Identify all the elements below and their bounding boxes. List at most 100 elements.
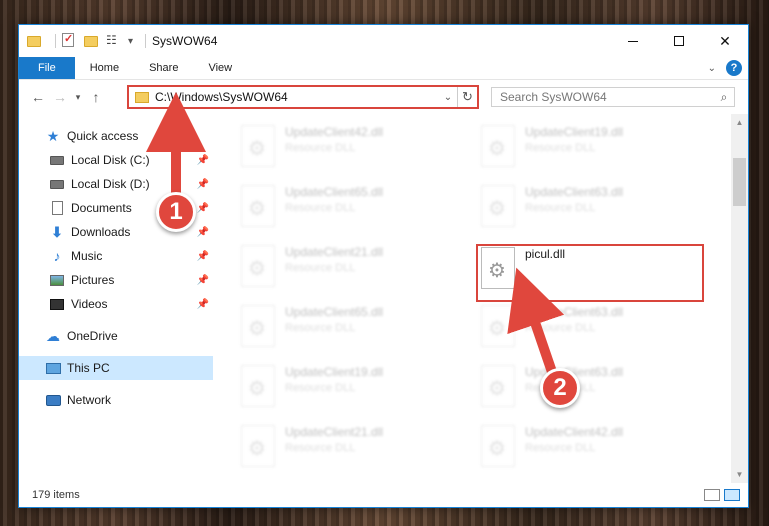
file-item[interactable]: UpdateClient42.dll Resource DLL: [481, 422, 701, 474]
pin-icon: 📌: [196, 250, 209, 262]
details-view-icon[interactable]: [704, 489, 720, 501]
sidebar-item-pictures[interactable]: Pictures 📌: [19, 268, 213, 292]
scroll-down-icon[interactable]: ▼: [731, 466, 748, 483]
sidebar-item-label: This PC: [67, 361, 110, 375]
file-item[interactable]: UpdateClient63.dllResource DLL: [481, 302, 701, 354]
dll-file-icon: [241, 425, 275, 467]
minimize-button[interactable]: [610, 25, 656, 57]
dll-file-icon: [241, 245, 275, 287]
sidebar-item-network[interactable]: Network: [19, 388, 213, 412]
step-2-badge: 2: [540, 368, 580, 408]
dll-file-icon: [481, 365, 515, 407]
item-count: 179 items: [32, 489, 80, 501]
file-item[interactable]: UpdateClient63.dllResource DLL: [481, 182, 701, 234]
back-button[interactable]: ←: [27, 86, 49, 108]
expand-ribbon-icon[interactable]: ⌄: [708, 63, 716, 74]
up-arrow-icon: ↑: [92, 89, 100, 105]
file-type: Resource DLL: [285, 262, 356, 274]
file-type: Resource DLL: [285, 322, 356, 334]
search-input[interactable]: Search SysWOW64: [500, 90, 714, 104]
properties-check-icon[interactable]: [62, 32, 78, 49]
pc-icon: [45, 360, 61, 376]
file-item[interactable]: UpdateClient21.dll Resource DLL: [241, 422, 461, 474]
dll-file-icon: [481, 305, 515, 347]
sidebar-item-label: Local Disk (C:): [71, 153, 150, 167]
status-bar: 179 items: [19, 483, 748, 507]
pin-icon: 📌: [196, 226, 209, 238]
tab-view[interactable]: View: [193, 57, 247, 79]
recent-locations-button[interactable]: ▾: [71, 86, 85, 108]
vertical-scrollbar[interactable]: ▲ ▼: [731, 114, 748, 483]
search-box[interactable]: Search SysWOW64 ⌕: [491, 87, 735, 107]
address-bar[interactable]: C:\Windows\SysWOW64 ⌄ ↻: [127, 85, 479, 109]
file-list: UpdateClient42.dll Resource DLL UpdateCli…: [213, 114, 748, 483]
forward-button[interactable]: →: [49, 86, 71, 108]
navigation-pane: ★ Quick access Local Disk (C:) 📌 Local D…: [19, 114, 213, 483]
sidebar-item-label: Music: [71, 249, 103, 263]
file-explorer-window: ☷ ▾ SysWOW64 ✕ File Home Share View ⌄ ? …: [18, 24, 749, 508]
file-name: UpdateClient63.dll: [525, 305, 624, 319]
videos-icon: [49, 296, 65, 312]
quick-access-dropdown-icon[interactable]: ▾: [128, 36, 133, 47]
pictures-icon: [49, 272, 65, 288]
file-item[interactable]: UpdateClient65.dll Resource DLL: [241, 182, 461, 234]
up-button[interactable]: ↑: [85, 86, 107, 108]
folder-icon: [27, 33, 43, 49]
sidebar-item-label: Pictures: [71, 273, 115, 287]
file-item[interactable]: UpdateClient63.dllResource DLL: [481, 362, 701, 414]
sidebar-item-videos[interactable]: Videos 📌: [19, 292, 213, 316]
divider: [55, 34, 56, 48]
ribbon-right-controls: ⌄ ?: [708, 60, 742, 76]
sidebar-item-this-pc[interactable]: This PC: [19, 356, 213, 380]
sidebar-item-local-disk-c[interactable]: Local Disk (C:) 📌: [19, 148, 213, 172]
file-name: UpdateClient65.dll: [285, 305, 384, 319]
refresh-icon: ↻: [462, 89, 473, 104]
search-icon[interactable]: ⌕: [714, 90, 734, 105]
window-title: SysWOW64: [152, 34, 218, 48]
sidebar-item-label: Downloads: [71, 225, 131, 239]
sidebar-item-quick-access[interactable]: ★ Quick access: [19, 124, 213, 148]
step-1-badge: 1: [156, 192, 196, 232]
file-type: Resource DLL: [285, 442, 356, 454]
dll-file-icon: [481, 125, 515, 167]
pin-icon: 📌: [196, 202, 209, 214]
tab-home[interactable]: Home: [75, 57, 134, 79]
address-path[interactable]: C:\Windows\SysWOW64: [155, 90, 439, 104]
sidebar-item-onedrive[interactable]: ☁ OneDrive: [19, 324, 213, 348]
file-name: UpdateClient42.dll: [285, 125, 384, 139]
file-item[interactable]: UpdateClient65.dll Resource DLL: [241, 302, 461, 354]
scroll-thumb[interactable]: [733, 158, 746, 206]
star-icon: ★: [46, 127, 60, 144]
sidebar-item-local-disk-d[interactable]: Local Disk (D:) 📌: [19, 172, 213, 196]
file-item[interactable]: UpdateClient19.dll Resource DLL: [481, 122, 701, 174]
music-icon: ♪: [53, 248, 61, 264]
pin-icon: 📌: [196, 178, 209, 190]
scroll-up-icon[interactable]: ▲: [731, 114, 748, 131]
maximize-button[interactable]: [656, 25, 702, 57]
sidebar-item-music[interactable]: ♪ Music 📌: [19, 244, 213, 268]
file-type: Resource DLL: [525, 142, 596, 154]
close-button[interactable]: ✕: [702, 25, 748, 57]
file-name: UpdateClient19.dll: [525, 125, 624, 139]
disk-icon: [49, 176, 65, 192]
help-icon[interactable]: ?: [726, 60, 742, 76]
file-item[interactable]: UpdateClient19.dll Resource DLL: [241, 362, 461, 414]
document-icon: [49, 200, 65, 216]
dll-file-icon: [241, 185, 275, 227]
tab-file[interactable]: File: [19, 57, 75, 79]
tab-share[interactable]: Share: [134, 57, 193, 79]
large-icons-view-icon[interactable]: [724, 489, 740, 501]
properties-icon[interactable]: ☷: [106, 33, 122, 49]
address-dropdown-icon[interactable]: ⌄: [439, 92, 457, 103]
highlight-box: [476, 244, 704, 302]
file-type: Resource DLL: [285, 202, 356, 214]
download-icon: ⬇: [51, 223, 63, 240]
cloud-icon: ☁: [46, 327, 60, 344]
sidebar-item-label: Documents: [71, 201, 132, 215]
view-toggle: [704, 489, 740, 501]
file-item[interactable]: UpdateClient21.dll Resource DLL: [241, 242, 461, 294]
new-folder-icon[interactable]: [84, 33, 100, 49]
refresh-button[interactable]: ↻: [457, 87, 477, 107]
file-item[interactable]: UpdateClient42.dll Resource DLL: [241, 122, 461, 174]
divider: [145, 34, 147, 48]
